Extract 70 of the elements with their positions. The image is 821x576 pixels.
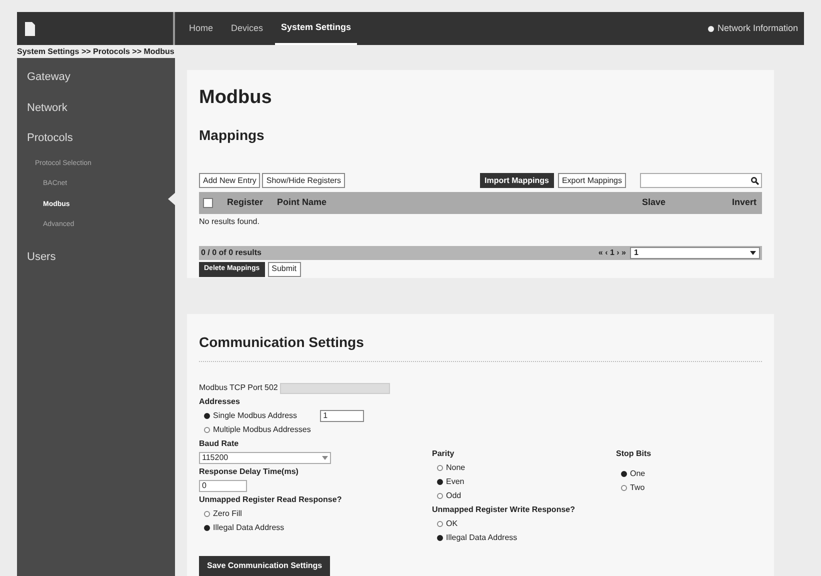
column-header[interactable]: Slave <box>642 196 732 210</box>
nav-tab[interactable]: Home <box>183 12 220 45</box>
pagination[interactable]: « ‹ 1 › » <box>598 246 626 258</box>
radio-label: Zero Fill <box>213 508 242 520</box>
radio-label: Single Modbus Address <box>213 410 298 422</box>
column-header[interactable]: Point Name <box>277 196 642 210</box>
toolbar-button[interactable]: Add New Entry <box>199 173 260 188</box>
field-label: Stop Bits <box>616 448 652 460</box>
field-label: Addresses <box>199 396 241 408</box>
nav-tab[interactable]: Devices <box>225 12 270 45</box>
radio-label: Illegal Data Address <box>213 522 284 534</box>
radio-label: Two <box>630 482 645 494</box>
info-icon <box>708 26 714 32</box>
field-label: Parity <box>432 448 456 460</box>
radio-button[interactable] <box>437 521 443 527</box>
radio-button[interactable] <box>204 413 210 419</box>
logo-icon <box>25 22 35 36</box>
field-label: Unmapped Register Read Response? <box>199 494 343 506</box>
radio-label: OK <box>446 518 458 530</box>
radio-button[interactable] <box>437 493 443 499</box>
radio-button[interactable] <box>621 471 627 477</box>
import-button[interactable]: Import Mappings <box>480 173 554 188</box>
save-button[interactable]: Save Communication Settings <box>199 556 330 576</box>
sidebar-item[interactable]: Gateway <box>17 62 175 92</box>
sidebar-item[interactable]: Protocols <box>17 123 175 154</box>
field-label: Modbus TCP Port 502 <box>199 382 278 394</box>
radio-button[interactable] <box>437 479 443 485</box>
results-count: 0 / 0 of 0 results <box>201 246 262 258</box>
column-header[interactable]: Invert <box>732 196 758 210</box>
field-label: Unmapped Register Write Response? <box>432 504 576 516</box>
empty-message: No results found. <box>199 216 260 228</box>
select-value: 115200 <box>202 452 228 464</box>
section-title: Communication Settings <box>199 332 762 362</box>
radio-label: None <box>446 462 466 474</box>
port-field[interactable] <box>280 382 390 394</box>
radio-label: Odd <box>446 490 462 502</box>
search-field[interactable] <box>640 173 762 188</box>
dropdown-icon <box>750 250 756 254</box>
radio-button[interactable] <box>437 535 443 541</box>
header-checkbox[interactable] <box>203 198 213 208</box>
dropdown-icon <box>322 456 328 460</box>
export-button[interactable]: Export Mappings <box>558 173 626 188</box>
radio-label: Even <box>446 476 464 488</box>
breadcrumb: System Settings >> Protocols >> Modbus <box>17 46 176 58</box>
nav-tab[interactable]: System Settings <box>275 12 358 45</box>
toolbar-button[interactable]: Show/Hide Registers <box>262 173 346 188</box>
section-title: Mappings <box>199 126 266 145</box>
radio-label: Multiple Modbus Addresses <box>213 424 311 436</box>
radio-button[interactable] <box>204 427 210 433</box>
search-icon <box>751 176 759 184</box>
radio-button[interactable] <box>204 511 210 517</box>
network-information-link[interactable]: Network Information <box>708 22 804 36</box>
pointer-icon <box>168 192 176 206</box>
sidebar-item[interactable]: Network <box>17 92 175 123</box>
baud-select[interactable]: 115200 <box>199 452 331 464</box>
select-value: 1 <box>634 246 638 258</box>
column-header[interactable]: Register <box>227 196 277 210</box>
page-title: Modbus <box>199 86 273 110</box>
radio-button[interactable] <box>621 485 627 491</box>
radio-button[interactable] <box>204 525 210 531</box>
delay-field[interactable]: 0 <box>199 480 247 492</box>
field-label: Baud Rate <box>199 438 240 450</box>
page-select[interactable]: 1 <box>630 246 760 258</box>
submit-button[interactable]: Submit <box>268 262 301 276</box>
field-label: Response Delay Time(ms) <box>199 466 300 478</box>
address-field[interactable]: 1 <box>320 410 364 422</box>
radio-label: One <box>630 468 646 480</box>
radio-label: Illegal Data Address <box>446 532 518 544</box>
sidebar-item[interactable]: Users <box>17 242 175 272</box>
radio-button[interactable] <box>437 465 443 471</box>
